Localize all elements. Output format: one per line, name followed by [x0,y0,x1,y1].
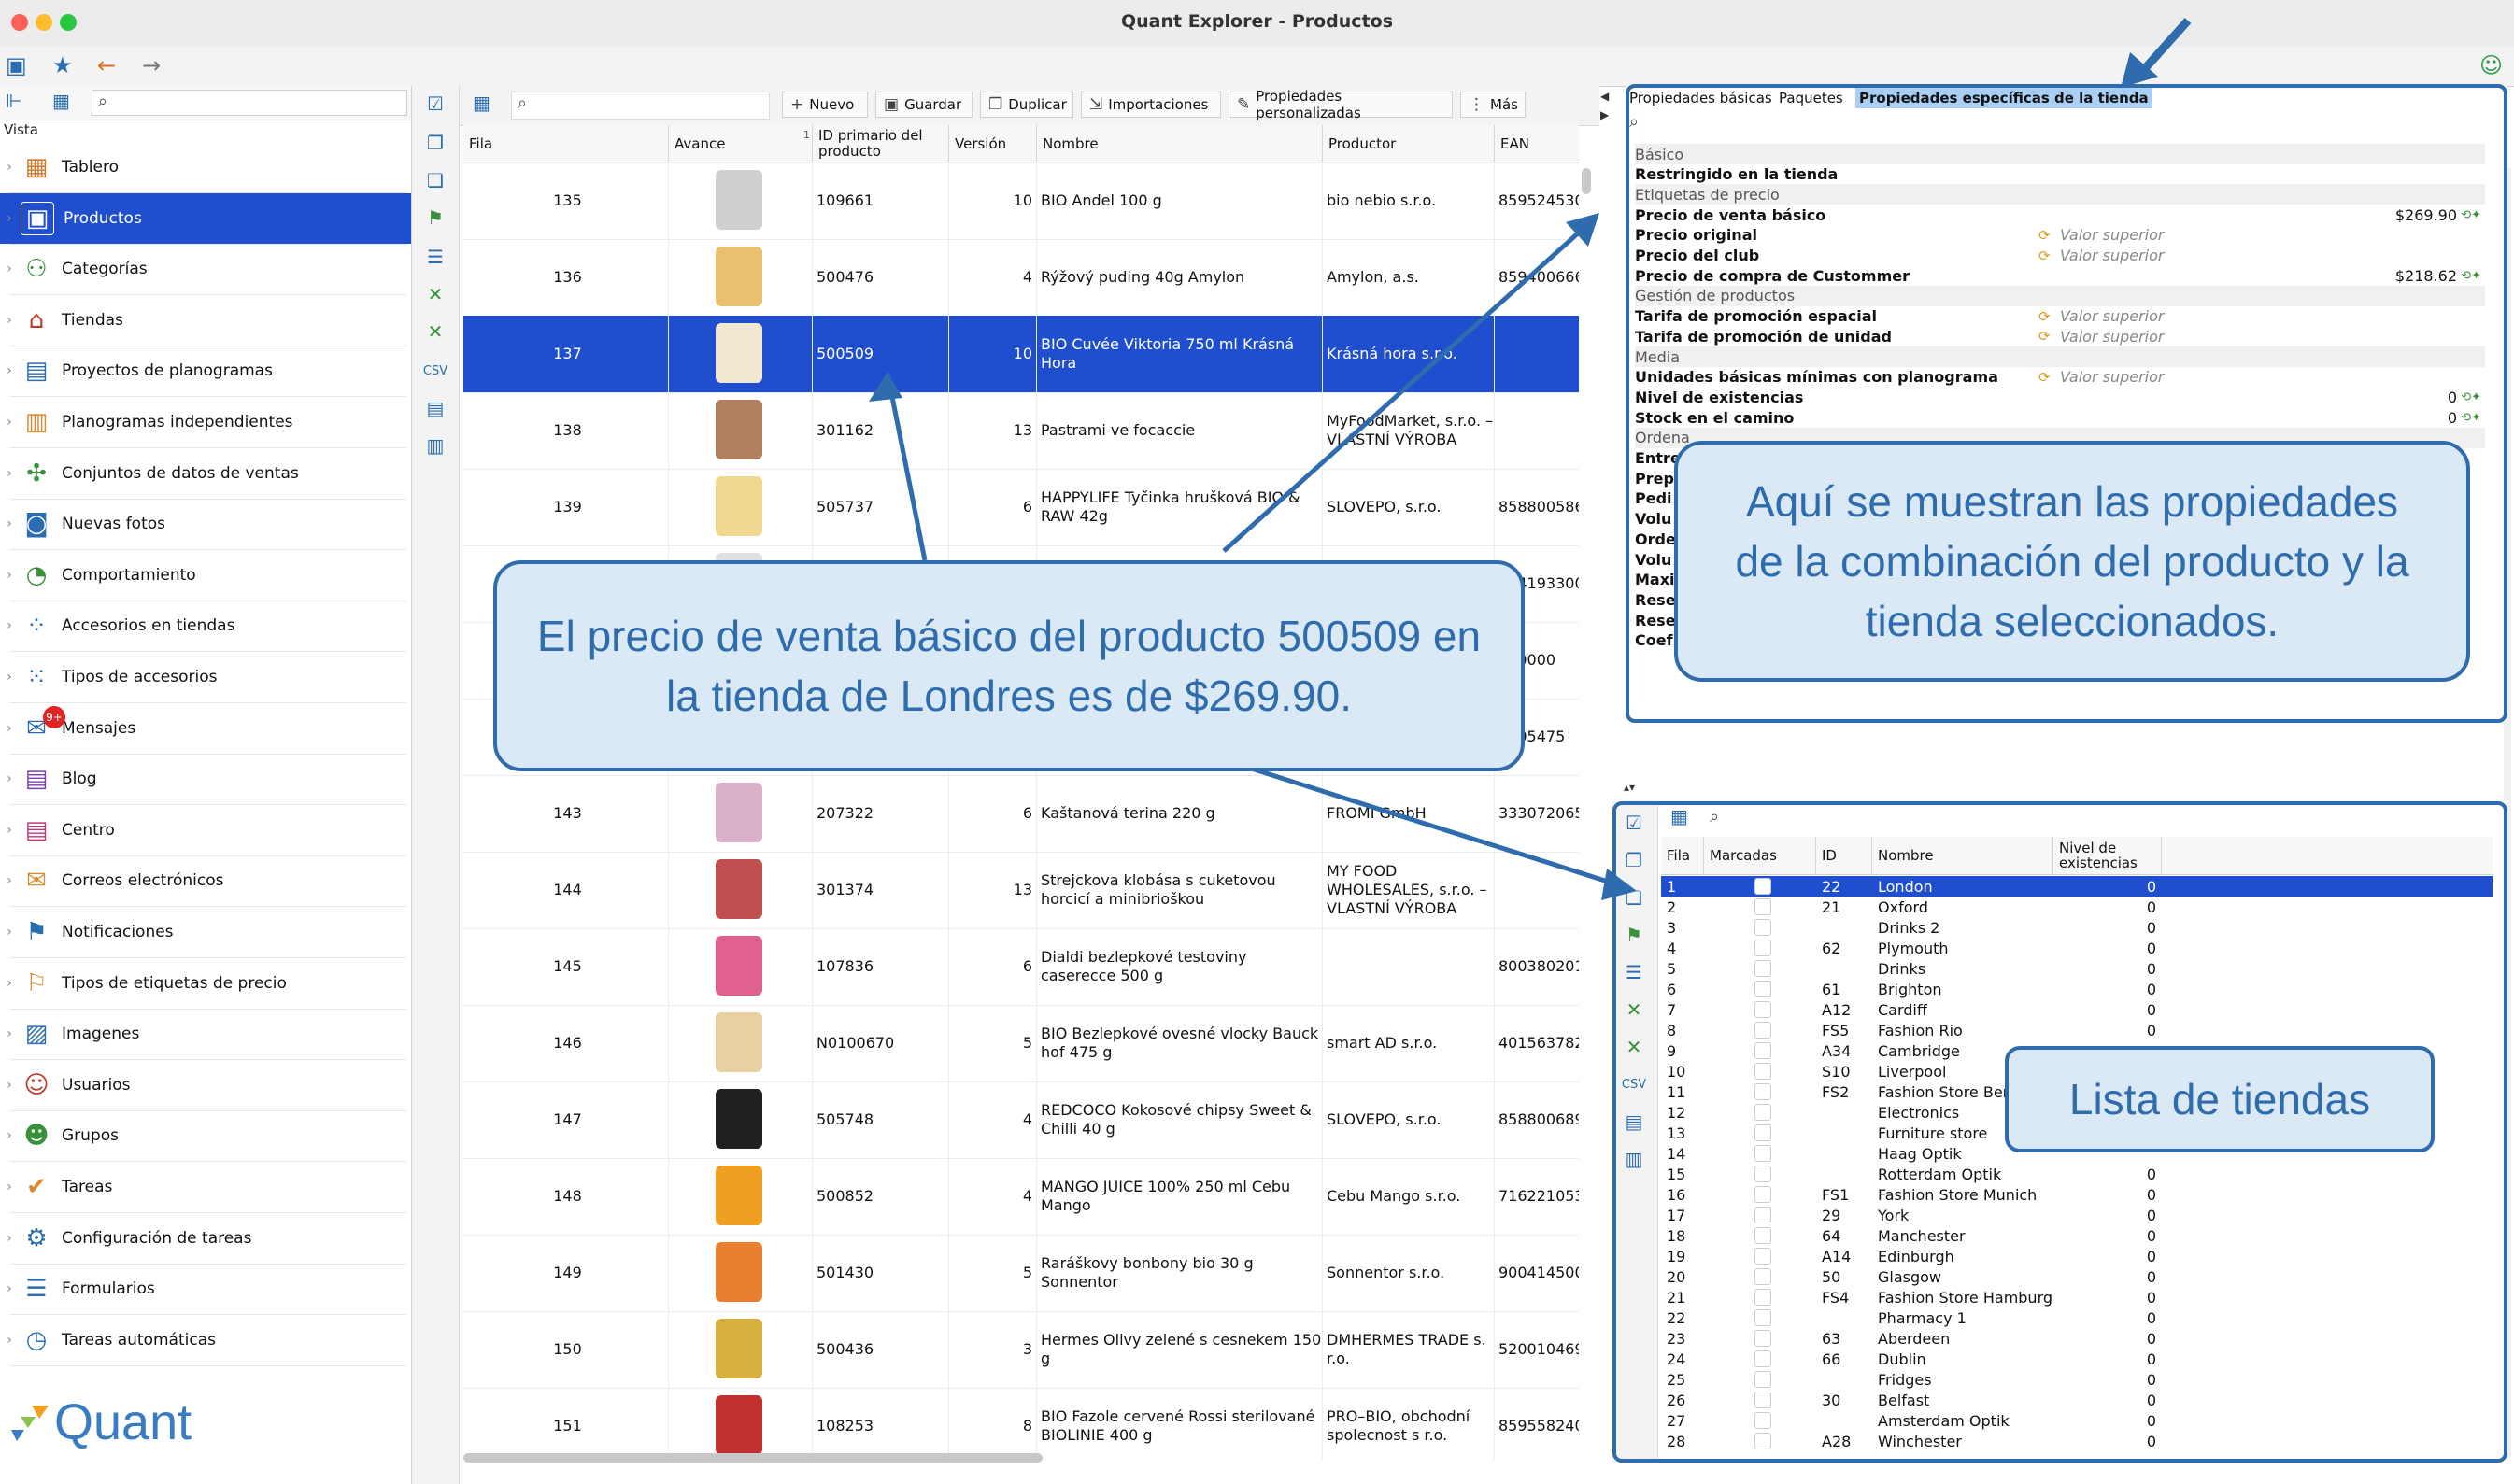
callout-price: El precio de venta básico del producto 5… [493,560,1525,771]
arrow-to-london [1242,763,1626,890]
arrow-to-product [885,373,928,561]
arrow-to-price [1222,222,1590,553]
callout-stores: Lista de tiendas [2005,1046,2435,1152]
arrow-to-tab [2136,17,2192,78]
arrow-head-product [869,372,902,402]
arrow-head-london [1601,869,1637,900]
callout-properties: Aquí se muestran las propiedades de la c… [1674,441,2470,682]
